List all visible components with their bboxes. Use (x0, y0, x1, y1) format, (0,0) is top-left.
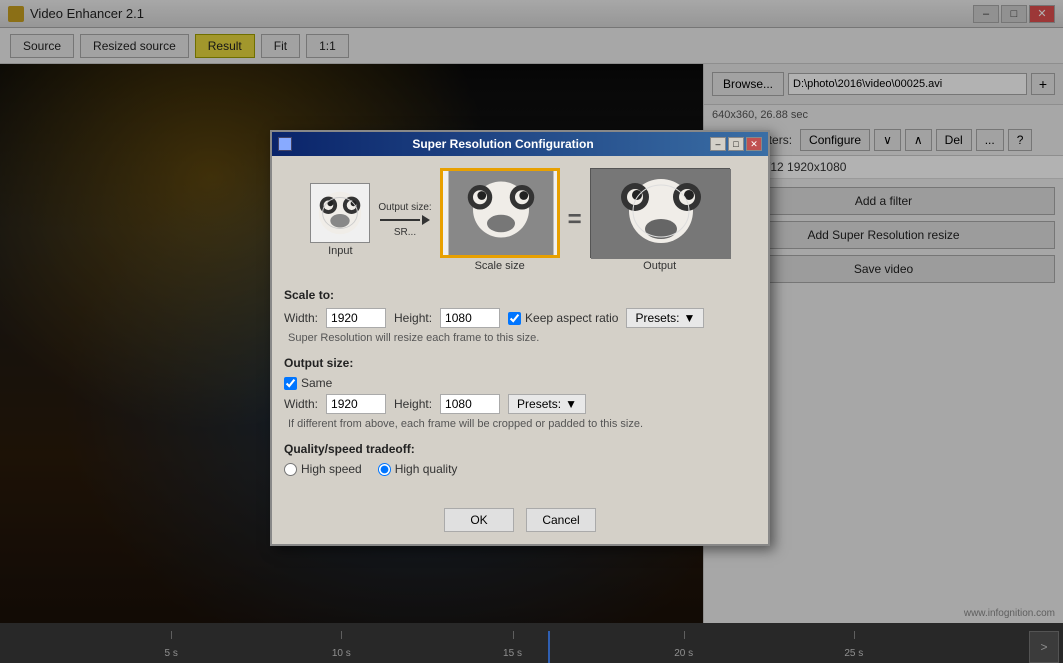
height-label: Height: (394, 311, 432, 325)
output-size-arrow-label: Output size: (378, 202, 431, 213)
quality-radio-group: High speed High quality (284, 462, 756, 476)
modal-title: Super Resolution Configuration (412, 137, 593, 151)
output-width-input[interactable] (326, 394, 386, 414)
presets-label: Presets: (635, 311, 679, 325)
modal-title-controls: – □ ✕ (710, 137, 762, 151)
high-quality-label: High quality (378, 462, 458, 476)
scale-to-title: Scale to: (284, 288, 756, 302)
scale-label: Scale size (475, 260, 525, 272)
output-width-label: Width: (284, 397, 318, 411)
scale-to-section: Scale to: Width: Height: Keep aspect rat… (284, 288, 756, 344)
output-hint: If different from above, each frame will… (288, 418, 756, 430)
same-text: Same (301, 376, 332, 390)
output-panda (590, 168, 730, 258)
scale-hint: Super Resolution will resize each frame … (288, 332, 756, 344)
keep-aspect-checkbox[interactable] (508, 312, 521, 325)
quality-title: Quality/speed tradeoff: (284, 442, 756, 456)
high-quality-text: High quality (395, 462, 458, 476)
output-height-label: Height: (394, 397, 432, 411)
output-preview-col: Output (590, 168, 730, 272)
equals-sign: = (568, 206, 582, 234)
output-presets-button[interactable]: Presets: ▼ (508, 394, 586, 414)
output-presets-label: Presets: (517, 397, 561, 411)
output-panda-svg (591, 169, 731, 259)
arrow-tip (422, 215, 430, 225)
sr-arrow (380, 215, 430, 225)
arrow-line (380, 219, 420, 221)
sr-config-modal: Super Resolution Configuration – □ ✕ (270, 130, 770, 546)
modal-content: Input Output size: SR... (272, 156, 768, 500)
ok-button[interactable]: OK (444, 508, 514, 532)
output-size-section: Output size: Same Width: Height: Presets… (284, 356, 756, 430)
scale-panda (440, 168, 560, 258)
input-label: Input (328, 245, 352, 257)
sr-label: SR... (394, 227, 416, 238)
keep-aspect-text: Keep aspect ratio (525, 311, 618, 325)
scale-size-row: Width: Height: Keep aspect ratio Presets… (284, 308, 756, 328)
high-speed-label: High speed (284, 462, 362, 476)
scale-preview-col: Scale size (440, 168, 560, 272)
presets-chevron-icon: ▼ (683, 311, 695, 325)
same-label: Same (284, 376, 332, 390)
width-label: Width: (284, 311, 318, 325)
modal-footer: OK Cancel (272, 500, 768, 544)
high-speed-radio[interactable] (284, 463, 297, 476)
high-speed-text: High speed (301, 462, 362, 476)
scale-height-input[interactable] (440, 308, 500, 328)
input-panda-svg (311, 184, 369, 242)
output-size-title: Output size: (284, 356, 756, 370)
high-quality-radio[interactable] (378, 463, 391, 476)
output-presets-chevron-icon: ▼ (565, 397, 577, 411)
modal-restore-button[interactable]: □ (728, 137, 744, 151)
output-height-input[interactable] (440, 394, 500, 414)
input-panda (310, 183, 370, 243)
scale-presets-button[interactable]: Presets: ▼ (626, 308, 704, 328)
cancel-button[interactable]: Cancel (526, 508, 596, 532)
scale-panda-svg (443, 171, 559, 255)
quality-section: Quality/speed tradeoff: High speed High … (284, 442, 756, 476)
scale-width-input[interactable] (326, 308, 386, 328)
arrow-container: Output size: SR... (378, 202, 431, 238)
output-size-row: Width: Height: Presets: ▼ (284, 394, 756, 414)
output-label: Output (643, 260, 676, 272)
input-preview-col: Input (310, 183, 370, 257)
same-checkbox[interactable] (284, 377, 297, 390)
modal-minimize-button[interactable]: – (710, 137, 726, 151)
modal-close-button[interactable]: ✕ (746, 137, 762, 151)
modal-icon (278, 137, 292, 151)
same-row: Same (284, 376, 756, 390)
sr-preview: Input Output size: SR... (284, 168, 756, 272)
modal-titlebar: Super Resolution Configuration – □ ✕ (272, 132, 768, 156)
modal-overlay: Super Resolution Configuration – □ ✕ (0, 0, 1063, 663)
keep-aspect-label: Keep aspect ratio (508, 311, 618, 325)
